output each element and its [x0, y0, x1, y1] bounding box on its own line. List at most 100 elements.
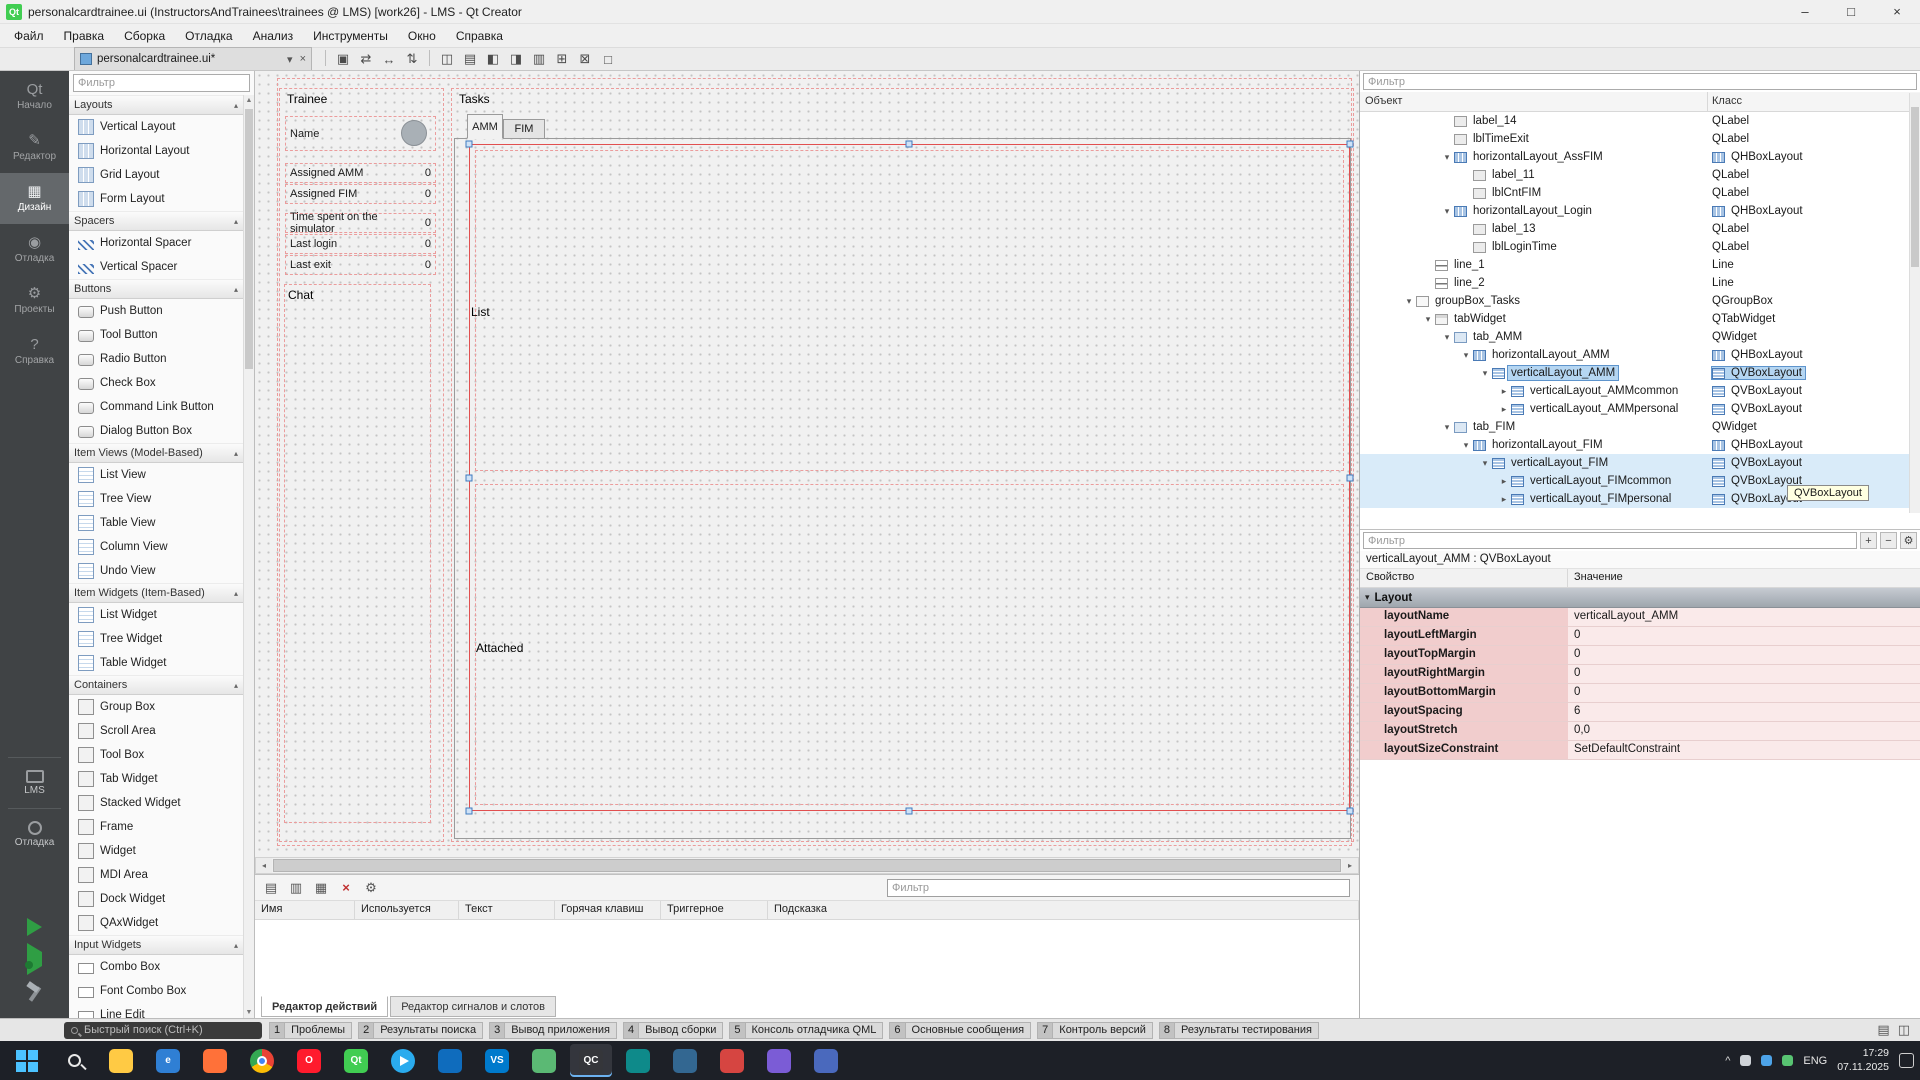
mode-Отладка[interactable]: ◉Отладка	[0, 224, 69, 275]
canvas-horizontal-scrollbar[interactable]: ◂ ▸	[255, 857, 1359, 874]
configure-actions-icon[interactable]: ⚙	[360, 878, 382, 898]
column-подсказка[interactable]: Подсказка	[768, 901, 1359, 919]
tab-редактор-действий[interactable]: Редактор действий	[261, 996, 388, 1017]
scroll-down-icon[interactable]: ▼	[244, 1009, 254, 1016]
debug-run-button[interactable]	[27, 952, 42, 966]
maximize-button[interactable]: □	[1828, 0, 1874, 24]
menu-Анализ[interactable]: Анализ	[243, 26, 304, 46]
menu-Окно[interactable]: Окно	[398, 26, 446, 46]
new-action-icon[interactable]: ▤	[260, 878, 282, 898]
expander-icon[interactable]: ▾	[1402, 296, 1416, 307]
layout-splitter-horizontal-icon[interactable]: ◧	[482, 49, 504, 69]
expander-icon[interactable]: ▸	[1497, 494, 1511, 505]
tab-dropdown-icon[interactable]: ▾	[287, 53, 293, 66]
resize-handle[interactable]	[466, 475, 473, 482]
layout-ammpersonal-outline[interactable]	[475, 484, 1344, 805]
notification-icon[interactable]	[1899, 1053, 1914, 1068]
tree-row-groupBox_Tasks[interactable]: ▾groupBox_TasksQGroupBox	[1360, 292, 1909, 310]
widget-list-widget[interactable]: List Widget	[69, 603, 243, 627]
pinned-app-blue[interactable]	[805, 1044, 847, 1077]
menu-Сборка[interactable]: Сборка	[114, 26, 175, 46]
widget-radio-button[interactable]: Radio Button	[69, 347, 243, 371]
expander-icon[interactable]: ▾	[1478, 458, 1492, 469]
output-pane-4[interactable]: 4Вывод сборки	[623, 1022, 723, 1039]
add-property-icon[interactable]: +	[1860, 532, 1877, 549]
attached-label[interactable]: Attached	[476, 641, 523, 655]
copy-action-icon[interactable]: ▦	[310, 878, 332, 898]
column-используется[interactable]: Используется	[355, 901, 459, 919]
pinned-app-purple[interactable]	[758, 1044, 800, 1077]
pinned-app-chrome[interactable]	[241, 1044, 283, 1077]
column-имя[interactable]: Имя	[255, 901, 355, 919]
expander-icon[interactable]: ▾	[1440, 152, 1454, 163]
object-filter-input[interactable]: Фильтр	[1363, 73, 1917, 90]
widget-qaxwidget[interactable]: QAxWidget	[69, 911, 243, 935]
resize-handle[interactable]	[906, 141, 913, 148]
widget-horizontal-layout[interactable]: Horizontal Layout	[69, 139, 243, 163]
expander-icon[interactable]: ▸	[1497, 404, 1511, 415]
menu-Инструменты[interactable]: Инструменты	[303, 26, 398, 46]
property-group-layout[interactable]: ▾ Layout	[1360, 588, 1920, 608]
widget-widget[interactable]: Widget	[69, 839, 243, 863]
expander-icon[interactable]: ▾	[1459, 440, 1473, 451]
category-Spacers[interactable]: Spacers▴	[69, 211, 243, 231]
category-Item Views (Model-Based)[interactable]: Item Views (Model-Based)▴	[69, 443, 243, 463]
widget-undo-view[interactable]: Undo View	[69, 559, 243, 583]
scrollbar-thumb[interactable]	[245, 109, 253, 369]
widget-horizontal-spacer[interactable]: Horizontal Spacer	[69, 231, 243, 255]
widget-stacked-widget[interactable]: Stacked Widget	[69, 791, 243, 815]
pinned-app-opera[interactable]: O	[288, 1044, 330, 1077]
widget-grid-layout[interactable]: Grid Layout	[69, 163, 243, 187]
property-row-layoutStretch[interactable]: layoutStretch0,0	[1360, 722, 1920, 741]
layout-form-icon[interactable]: ▥	[528, 49, 550, 69]
pinned-app-qt[interactable]: Qt	[335, 1044, 377, 1077]
expander-icon[interactable]: ▾	[1421, 314, 1435, 325]
edit-signals-slots-icon[interactable]: ⇄	[355, 49, 377, 69]
edit-tab-order-icon[interactable]: ⇅	[401, 49, 423, 69]
language-indicator[interactable]: ENG	[1803, 1055, 1827, 1067]
widget-tree-widget[interactable]: Tree Widget	[69, 627, 243, 651]
property-row-layoutSizeConstraint[interactable]: layoutSizeConstraintSetDefaultConstraint	[1360, 741, 1920, 760]
layout-grid-icon[interactable]: ⊞	[551, 49, 573, 69]
kit-selector[interactable]: LMS	[0, 764, 69, 802]
edit-widgets-icon[interactable]: ▣	[332, 49, 354, 69]
resize-handle[interactable]	[466, 141, 473, 148]
pinned-app-explorer[interactable]	[100, 1044, 142, 1077]
object-tree-scrollbar[interactable]	[1909, 93, 1920, 513]
resize-handle[interactable]	[1347, 141, 1354, 148]
tray-icon[interactable]	[1761, 1055, 1772, 1066]
layout-ammcommon-outline[interactable]	[475, 150, 1344, 471]
output-pane-2[interactable]: 2Результаты поиска	[358, 1022, 483, 1039]
pinned-app-qtcreator[interactable]: QC	[570, 1044, 612, 1077]
property-value[interactable]: 0	[1568, 684, 1920, 702]
tree-row-verticalLayout_AMM[interactable]: ▾verticalLayout_AMMQVBoxLayout	[1360, 364, 1909, 382]
field-row-assigned-amm[interactable]: Assigned AMM0	[285, 163, 436, 183]
build-button[interactable]	[24, 982, 46, 1004]
expander-icon[interactable]: ▾	[1440, 332, 1454, 343]
expander-icon[interactable]: ▸	[1497, 476, 1511, 487]
category-Buttons[interactable]: Buttons▴	[69, 279, 243, 299]
expander-icon[interactable]: ▾	[1478, 368, 1492, 379]
tray-chevron-icon[interactable]: ^	[1725, 1055, 1730, 1067]
property-row-layoutBottomMargin[interactable]: layoutBottomMargin0	[1360, 684, 1920, 703]
column-триггерное[interactable]: Триггерное	[661, 901, 768, 919]
document-tab[interactable]: personalcardtrainee.ui* ▾ ×	[74, 47, 312, 70]
widget-dialog-button-box[interactable]: Dialog Button Box	[69, 419, 243, 443]
pinned-app-telegram[interactable]	[382, 1044, 424, 1077]
search-button[interactable]	[53, 1044, 95, 1077]
menu-Правка[interactable]: Правка	[54, 26, 115, 46]
tab-редактор-сигналов-и-слотов[interactable]: Редактор сигналов и слотов	[390, 996, 556, 1017]
field-row-assigned-fim[interactable]: Assigned FIM0	[285, 184, 436, 204]
tree-row-verticalLayout_AMMpersonal[interactable]: ▸verticalLayout_AMMpersonalQVBoxLayout	[1360, 400, 1909, 418]
resize-handle[interactable]	[466, 808, 473, 815]
edit-action-icon[interactable]: ▥	[285, 878, 307, 898]
output-pane-5[interactable]: 5Консоль отладчика QML	[729, 1022, 883, 1039]
mode-Редактор[interactable]: ✎Редактор	[0, 122, 69, 173]
widget-scroll-area[interactable]: Scroll Area	[69, 719, 243, 743]
menu-Отладка[interactable]: Отладка	[175, 26, 242, 46]
tree-row-line_1[interactable]: line_1Line	[1360, 256, 1909, 274]
property-value[interactable]: 0	[1568, 627, 1920, 645]
category-Item Widgets (Item-Based)[interactable]: Item Widgets (Item-Based)▴	[69, 583, 243, 603]
widget-font-combo-box[interactable]: Font Combo Box	[69, 979, 243, 1003]
category-Input Widgets[interactable]: Input Widgets▴	[69, 935, 243, 955]
